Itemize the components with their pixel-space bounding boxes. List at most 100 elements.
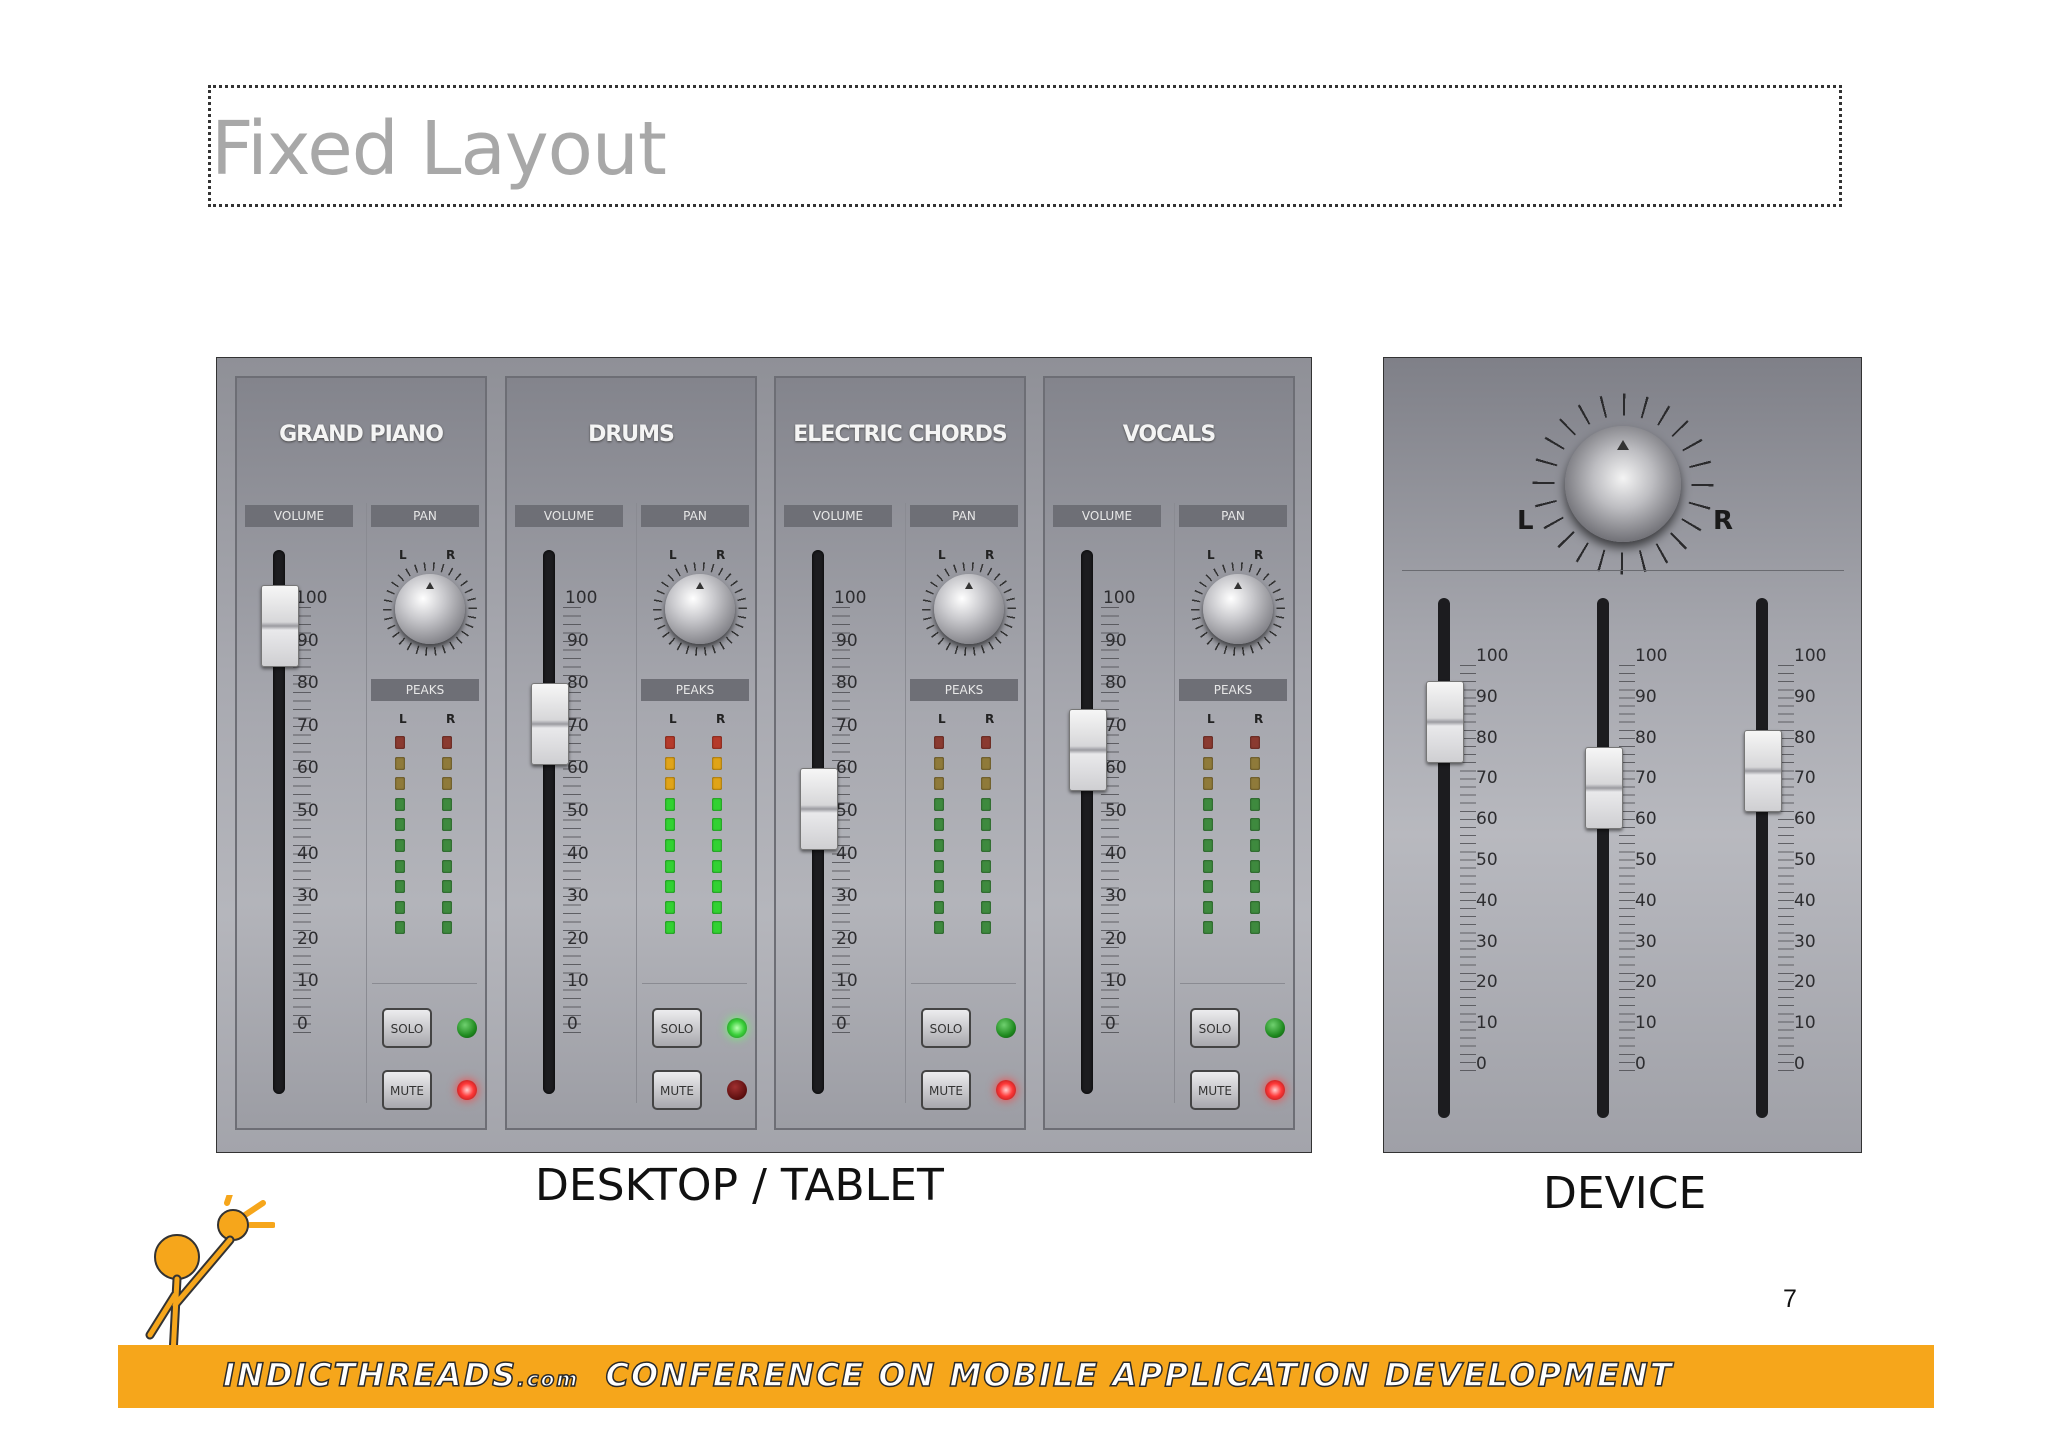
pan-header: PAN xyxy=(910,505,1018,527)
peak-led xyxy=(1250,797,1260,811)
mute-button[interactable]: MUTE xyxy=(382,1070,432,1110)
scale-label: 100 xyxy=(1476,646,1509,666)
peak-led xyxy=(981,838,991,852)
page-number: 7 xyxy=(1783,1285,1797,1313)
knob-icon[interactable] xyxy=(1565,426,1681,542)
volume-header: VOLUME xyxy=(515,505,623,527)
peak-left-label: L xyxy=(669,712,677,726)
scale-label: 90 xyxy=(1635,686,1657,707)
volume-fader-thumb[interactable] xyxy=(800,768,838,851)
pan-knob[interactable] xyxy=(1191,562,1285,656)
peak-led xyxy=(934,921,944,935)
volume-fader-thumb[interactable] xyxy=(1069,708,1107,791)
scale-label: 10 xyxy=(1794,1013,1816,1034)
device-mixer-screenshot: L R 100 90 80 70 60 50 40 30 20 10 0 100 90 80 70 60 50 4… xyxy=(1383,357,1862,1153)
divider xyxy=(1402,570,1844,571)
device-fader-track[interactable] xyxy=(1438,598,1450,1118)
scale-label: 90 xyxy=(297,630,319,651)
scale-label: 10 xyxy=(1635,1013,1657,1034)
device-fader-thumb[interactable] xyxy=(1744,730,1782,813)
peak-led xyxy=(1203,859,1213,873)
peak-led xyxy=(395,736,405,749)
scale-label: 40 xyxy=(1635,890,1657,911)
scale-label: 20 xyxy=(297,928,319,949)
pan-knob[interactable] xyxy=(922,562,1016,656)
mute-button[interactable]: MUTE xyxy=(652,1070,702,1110)
knob-icon[interactable] xyxy=(1203,574,1273,644)
scale-label: 50 xyxy=(1105,801,1127,821)
solo-button[interactable]: SOLO xyxy=(382,1008,432,1048)
scale-label: 30 xyxy=(1105,886,1127,907)
volume-scale: 100 90 80 70 60 50 40 30 20 10 0 xyxy=(565,588,615,1034)
scale-label: 10 xyxy=(836,971,858,992)
solo-button[interactable]: SOLO xyxy=(1190,1008,1240,1048)
mute-indicator-light xyxy=(727,1080,747,1100)
knob-icon[interactable] xyxy=(934,574,1004,644)
fader-ticks xyxy=(1619,665,1635,1073)
column-divider xyxy=(905,503,906,1103)
device-fader-track[interactable] xyxy=(1597,598,1609,1118)
channel-strip: GRAND PIANO VOLUME PAN 100 90 80 70 60 50 40 30 20 1… xyxy=(235,376,487,1130)
volume-fader-thumb[interactable] xyxy=(261,585,299,668)
peak-led xyxy=(442,880,452,894)
column-divider xyxy=(636,503,637,1103)
scale-label: 50 xyxy=(567,801,589,821)
scale-label: 0 xyxy=(1105,1014,1116,1034)
knob-icon[interactable] xyxy=(665,574,735,644)
solo-button[interactable]: SOLO xyxy=(921,1008,971,1048)
peak-led xyxy=(665,777,675,791)
mute-button[interactable]: MUTE xyxy=(921,1070,971,1110)
device-pan-knob[interactable] xyxy=(1532,393,1714,575)
scale-label: 90 xyxy=(1794,686,1816,707)
pan-header: PAN xyxy=(641,505,749,527)
solo-button[interactable]: SOLO xyxy=(652,1008,702,1048)
channel-title: VOCALS xyxy=(1122,422,1216,447)
peak-led xyxy=(981,756,991,770)
solo-indicator-light xyxy=(1265,1018,1285,1038)
scale-label: 100 xyxy=(1103,588,1136,608)
divider xyxy=(1180,983,1285,984)
solo-indicator-light xyxy=(727,1018,747,1038)
peak-led xyxy=(1203,921,1213,935)
desktop-mixer-screenshot: GRAND PIANO VOLUME PAN 100 90 80 70 60 50 40 30 20 1… xyxy=(216,357,1312,1153)
column-divider xyxy=(1174,503,1175,1103)
peak-led xyxy=(665,838,675,852)
peak-meter-right xyxy=(1250,736,1260,942)
peak-meter-right xyxy=(442,736,452,942)
peak-led xyxy=(395,797,405,811)
scale-label: 0 xyxy=(1794,1054,1805,1074)
solo-indicator-light xyxy=(996,1018,1016,1038)
scale-label: 50 xyxy=(1794,850,1816,870)
peak-led xyxy=(1203,818,1213,832)
peak-led xyxy=(442,777,452,791)
peak-led xyxy=(395,880,405,894)
peak-led xyxy=(1203,880,1213,894)
volume-fader-track[interactable] xyxy=(1081,550,1093,1094)
divider xyxy=(911,983,1016,984)
pan-right-label: R xyxy=(716,548,726,562)
peak-meter-right xyxy=(712,736,722,942)
peak-led xyxy=(1203,838,1213,852)
peak-led xyxy=(1250,921,1260,935)
scale-label: 30 xyxy=(297,886,319,907)
pan-knob[interactable] xyxy=(383,562,477,656)
solo-indicator-light xyxy=(457,1018,477,1038)
volume-scale: 100 90 80 70 60 50 40 30 20 10 0 xyxy=(1103,588,1153,1034)
peak-led xyxy=(1250,818,1260,832)
volume-fader-thumb[interactable] xyxy=(531,683,569,766)
peak-led xyxy=(442,838,452,852)
volume-scale: 100 90 80 70 60 50 40 30 20 10 0 xyxy=(834,588,884,1034)
column-divider xyxy=(366,503,367,1103)
pan-knob[interactable] xyxy=(653,562,747,656)
scale-label: 30 xyxy=(1794,931,1816,952)
peak-led xyxy=(665,736,675,749)
scale-label: 60 xyxy=(1794,809,1816,830)
device-fader-track[interactable] xyxy=(1756,598,1768,1118)
device-fader-thumb[interactable] xyxy=(1585,746,1623,829)
volume-fader-track[interactable] xyxy=(543,550,555,1094)
scale-label: 0 xyxy=(836,1014,847,1034)
mute-button[interactable]: MUTE xyxy=(1190,1070,1240,1110)
scale-label: 70 xyxy=(567,715,589,736)
device-fader-thumb[interactable] xyxy=(1426,681,1464,764)
knob-icon[interactable] xyxy=(395,574,465,644)
